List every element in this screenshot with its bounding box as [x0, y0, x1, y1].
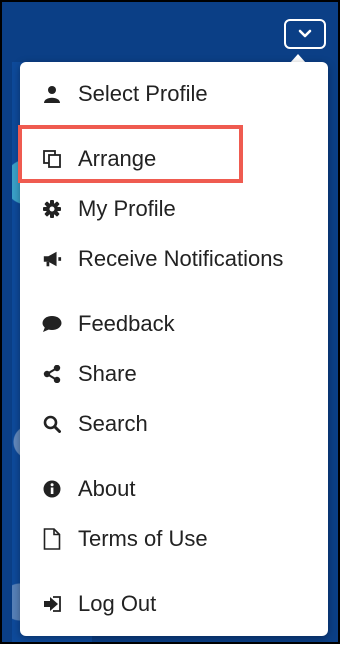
header-bar	[2, 2, 338, 60]
app-frame: Select Profile Arrange My Profile Receiv…	[0, 0, 340, 644]
menu-item-receive-notifications[interactable]: Receive Notifications	[20, 239, 328, 279]
menu-item-share[interactable]: Share	[20, 354, 328, 394]
menu-item-label: Select Profile	[78, 81, 208, 106]
info-icon	[42, 479, 62, 499]
sign-out-icon	[42, 594, 62, 614]
menu-item-label: Share	[78, 361, 137, 386]
share-icon	[42, 364, 62, 384]
menu-item-select-profile[interactable]: Select Profile	[20, 74, 328, 114]
megaphone-icon	[42, 249, 62, 269]
chevron-down-icon	[298, 29, 312, 38]
menu-item-about[interactable]: About	[20, 469, 328, 509]
menu-item-label: Receive Notifications	[78, 246, 284, 271]
menu-item-terms-of-use[interactable]: Terms of Use	[20, 519, 328, 559]
menu-item-label: About	[78, 476, 136, 501]
menu-item-feedback[interactable]: Feedback	[20, 304, 328, 344]
menu-item-search[interactable]: Search	[20, 404, 328, 444]
document-icon	[42, 528, 62, 550]
highlight-annotation	[18, 125, 243, 183]
menu-item-label: Log Out	[78, 591, 157, 616]
menu-item-label: Feedback	[78, 311, 175, 336]
menu-item-label: Search	[78, 411, 148, 436]
comment-icon	[42, 314, 62, 334]
menu-item-label: Terms of Use	[78, 526, 208, 551]
gear-icon	[42, 199, 62, 219]
search-icon	[42, 414, 62, 434]
menu-item-my-profile[interactable]: My Profile	[20, 189, 328, 229]
menu-toggle-button[interactable]	[284, 19, 326, 49]
user-icon	[42, 84, 62, 104]
menu-item-log-out[interactable]: Log Out	[20, 584, 328, 624]
menu-item-label: My Profile	[78, 196, 176, 221]
